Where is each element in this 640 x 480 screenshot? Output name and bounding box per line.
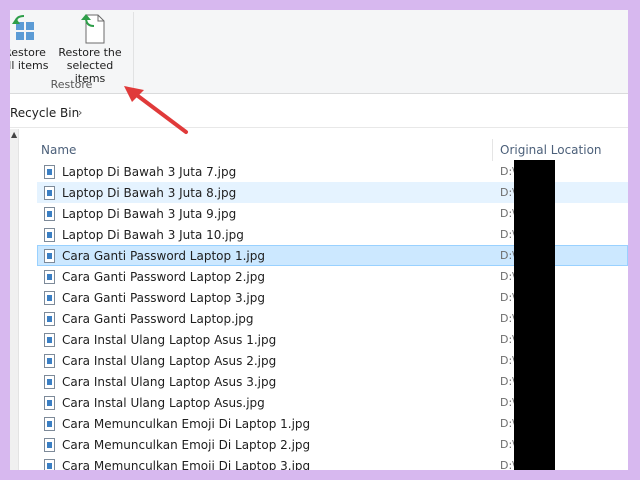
ribbon-group-divider — [133, 12, 134, 90]
image-file-icon — [44, 333, 55, 347]
image-file-icon — [44, 375, 55, 389]
column-divider[interactable] — [492, 139, 493, 161]
file-name: Laptop Di Bawah 3 Juta 8.jpg — [62, 186, 237, 200]
image-file-icon — [44, 312, 55, 326]
image-file-icon — [44, 270, 55, 284]
column-header-row: Name Original Location — [22, 139, 628, 161]
image-file-icon — [44, 438, 55, 452]
restore-all-icon — [10, 12, 50, 46]
file-name: Cara Memunculkan Emoji Di Laptop 2.jpg — [62, 438, 311, 452]
file-name: Laptop Di Bawah 3 Juta 9.jpg — [62, 207, 237, 221]
image-file-icon — [44, 396, 55, 410]
image-file-icon — [44, 249, 55, 263]
scroll-up-icon[interactable]: ▲ — [11, 130, 17, 139]
breadcrumb-recycle-bin[interactable]: Recycle Bin — [10, 106, 79, 120]
file-name: Cara Memunculkan Emoji Di Laptop 3.jpg — [62, 459, 311, 470]
file-name: Cara Instal Ulang Laptop Asus 3.jpg — [62, 375, 277, 389]
file-name: Cara Ganti Password Laptop 3.jpg — [62, 291, 265, 305]
ribbon-group-label: Restore — [50, 78, 93, 91]
column-header-name[interactable]: Name — [41, 143, 76, 157]
annotation-arrow — [124, 86, 188, 134]
file-name: Laptop Di Bawah 3 Juta 7.jpg — [62, 165, 237, 179]
image-file-icon — [44, 291, 55, 305]
file-name: Cara Ganti Password Laptop.jpg — [62, 312, 254, 326]
file-name: Cara Instal Ulang Laptop Asus.jpg — [62, 396, 265, 410]
image-file-icon — [44, 417, 55, 431]
restore-all-label: Restore all items — [10, 46, 49, 72]
file-name: Cara Ganti Password Laptop 2.jpg — [62, 270, 265, 284]
redaction-block — [514, 160, 555, 470]
restore-selected-icon — [50, 12, 130, 46]
image-file-icon — [44, 228, 55, 242]
image-file-icon — [44, 165, 55, 179]
image-file-icon — [44, 459, 55, 470]
column-header-original-location[interactable]: Original Location — [500, 143, 602, 157]
image-file-icon — [44, 186, 55, 200]
ribbon: Restore all items Restore the selected i… — [10, 10, 628, 94]
image-file-icon — [44, 207, 55, 221]
file-name: Cara Instal Ulang Laptop Asus 1.jpg — [62, 333, 277, 347]
file-name: Cara Memunculkan Emoji Di Laptop 1.jpg — [62, 417, 311, 431]
file-name: Cara Instal Ulang Laptop Asus 2.jpg — [62, 354, 277, 368]
address-bar[interactable]: Recycle Bin › — [10, 98, 628, 128]
restore-all-items-button[interactable]: Restore all items — [10, 12, 50, 74]
image-file-icon — [44, 354, 55, 368]
file-name: Laptop Di Bawah 3 Juta 10.jpg — [62, 228, 244, 242]
chevron-right-icon[interactable]: › — [78, 106, 82, 119]
navigation-pane[interactable]: ▲ — [10, 129, 19, 470]
restore-selected-items-button[interactable]: Restore the selected items — [50, 12, 130, 85]
file-name: Cara Ganti Password Laptop 1.jpg — [62, 249, 265, 263]
